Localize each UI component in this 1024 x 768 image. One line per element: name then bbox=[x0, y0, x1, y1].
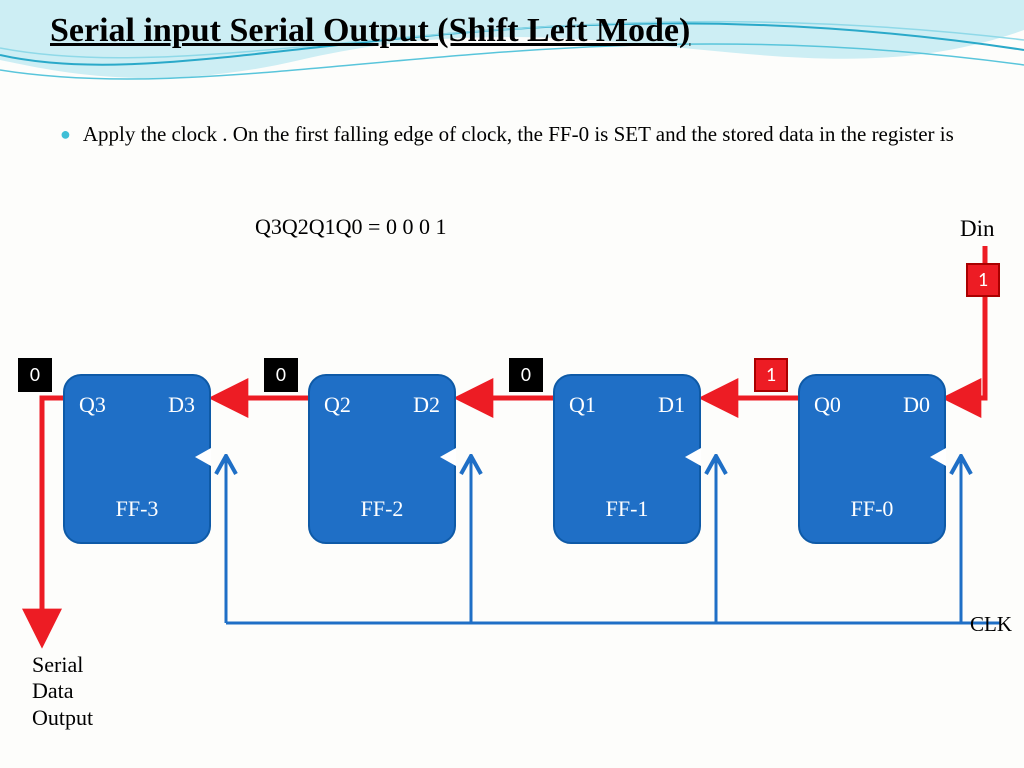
ff0-q-label: Q0 bbox=[814, 392, 841, 418]
ff1-d-label: D1 bbox=[658, 392, 685, 418]
serial-data-output-label: Serial Data Output bbox=[32, 652, 93, 731]
clk-label: CLK bbox=[970, 612, 1012, 637]
register-state-equation: Q3Q2Q1Q0 = 0 0 0 1 bbox=[255, 214, 446, 240]
ff1-clock-triangle-icon bbox=[685, 448, 701, 466]
ff1-name: FF-1 bbox=[555, 496, 699, 522]
ff1-output-value: 0 bbox=[509, 358, 543, 392]
bullet-icon: ● bbox=[60, 124, 71, 145]
ff0-name: FF-0 bbox=[800, 496, 944, 522]
ff2-name: FF-2 bbox=[310, 496, 454, 522]
ff3-clock-triangle-icon bbox=[195, 448, 211, 466]
slide-title: Serial input Serial Output (Shift Left M… bbox=[50, 12, 690, 50]
din-value: 1 bbox=[966, 263, 1000, 297]
bullet-point: ● Apply the clock . On the first falling… bbox=[60, 120, 964, 148]
flipflop-ff0: Q0 D0 FF-0 bbox=[798, 374, 946, 544]
ff3-d-label: D3 bbox=[168, 392, 195, 418]
ff3-q-label: Q3 bbox=[79, 392, 106, 418]
ff2-clock-triangle-icon bbox=[440, 448, 456, 466]
ff0-d-label: D0 bbox=[903, 392, 930, 418]
din-label: Din bbox=[960, 216, 995, 242]
ff2-output-value: 0 bbox=[264, 358, 298, 392]
ff3-name: FF-3 bbox=[65, 496, 209, 522]
flipflop-ff1: Q1 D1 FF-1 bbox=[553, 374, 701, 544]
ff2-d-label: D2 bbox=[413, 392, 440, 418]
bullet-text: Apply the clock . On the first falling e… bbox=[83, 120, 954, 148]
ff3-output-value: 0 bbox=[18, 358, 52, 392]
flipflop-ff3: Q3 D3 FF-3 bbox=[63, 374, 211, 544]
ff0-output-value: 1 bbox=[754, 358, 788, 392]
ff0-clock-triangle-icon bbox=[930, 448, 946, 466]
ff1-q-label: Q1 bbox=[569, 392, 596, 418]
flipflop-ff2: Q2 D2 FF-2 bbox=[308, 374, 456, 544]
ff2-q-label: Q2 bbox=[324, 392, 351, 418]
